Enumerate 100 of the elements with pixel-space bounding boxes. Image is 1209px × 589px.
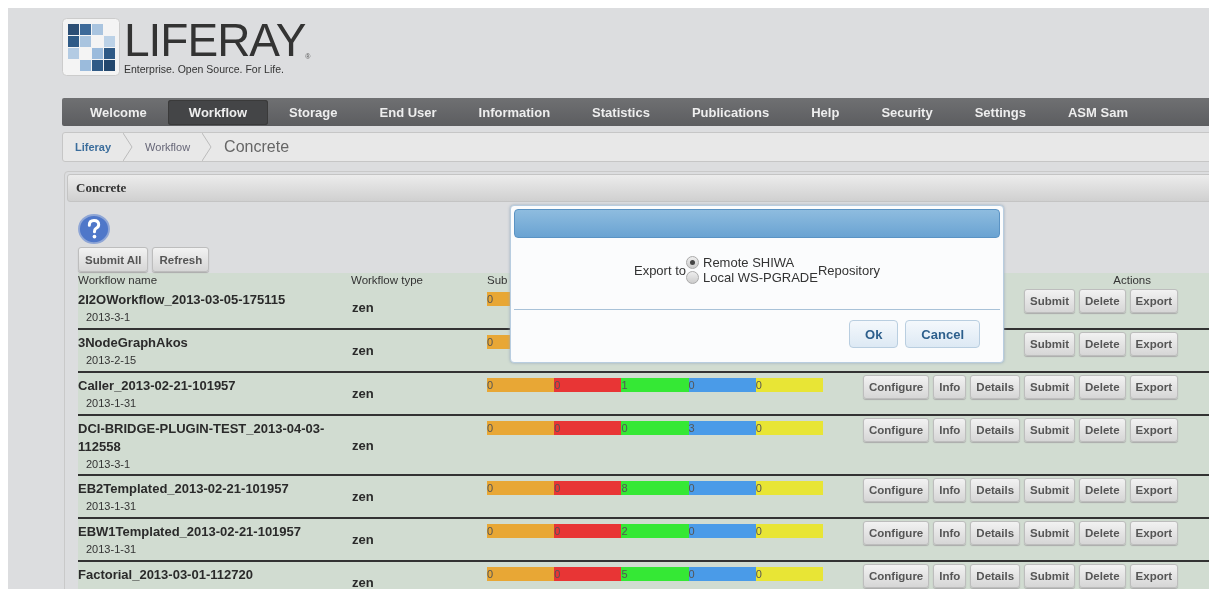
column-header: Workflow type xyxy=(351,274,423,286)
action-button[interactable]: Export xyxy=(1129,332,1178,356)
help-icon[interactable] xyxy=(78,214,110,244)
action-button[interactable]: Submit xyxy=(1024,418,1076,442)
workflow-name: EB2Templated_2013-02-21-101957 xyxy=(78,480,290,498)
status-segment: 0 xyxy=(755,481,823,495)
action-button[interactable]: Configure xyxy=(862,478,930,502)
status-segment: 0 xyxy=(554,481,622,495)
toolbar-button[interactable]: Refresh xyxy=(152,247,210,272)
status-segment: 0 xyxy=(755,524,823,538)
action-button[interactable]: Configure xyxy=(862,521,930,545)
action-button[interactable]: Info xyxy=(933,375,967,399)
nav-tab[interactable]: Settings xyxy=(953,99,1047,125)
logo-tagline: Enterprise. Open Source. For Life. xyxy=(124,63,285,75)
dialog-label-suffix: Repository xyxy=(817,262,880,278)
logo-icon xyxy=(62,18,120,76)
nav-tab[interactable]: Storage xyxy=(268,99,359,125)
radio-label: Local WS-PGRADE xyxy=(703,270,818,285)
action-button[interactable]: Submit xyxy=(1024,289,1076,313)
status-segment: 0 xyxy=(554,378,622,392)
radio-button[interactable] xyxy=(686,256,699,269)
action-button[interactable]: Configure xyxy=(862,564,930,588)
toolbar-button[interactable]: Submit All xyxy=(78,247,149,272)
status-segment: 0 xyxy=(688,378,756,392)
workflow-date: 2013-2-15 xyxy=(86,354,138,367)
action-button[interactable]: Submit xyxy=(1024,332,1076,356)
status-segment: 2 xyxy=(621,524,689,538)
status-segment: 0 xyxy=(688,481,756,495)
action-button[interactable]: Info xyxy=(933,418,967,442)
nav-tab[interactable]: Publications xyxy=(670,99,791,125)
workflow-type: zen xyxy=(351,437,375,453)
workflow-date: 2013-3-1 xyxy=(86,311,132,324)
status-segment: 0 xyxy=(755,378,823,392)
action-button[interactable]: Configure xyxy=(862,375,930,399)
nav-tab[interactable]: Statistics xyxy=(571,99,671,125)
breadcrumb-item: Concrete xyxy=(223,138,291,156)
status-segment: 8 xyxy=(621,481,689,495)
workflow-type: zen xyxy=(351,343,375,358)
workflow-date: 2013-3-1 xyxy=(86,458,132,471)
action-button[interactable]: Export xyxy=(1129,375,1178,399)
nav-tab[interactable]: Welcome xyxy=(69,99,168,125)
action-button[interactable]: Details xyxy=(970,521,1021,545)
status-segment: 0 xyxy=(487,421,555,435)
action-button[interactable]: Delete xyxy=(1079,375,1126,399)
nav-tab[interactable]: Workflow xyxy=(167,99,269,125)
workflow-date: 2013-1-31 xyxy=(86,543,138,556)
breadcrumb-item[interactable]: Workflow xyxy=(133,141,203,153)
breadcrumb-item[interactable]: Liferay xyxy=(63,141,124,153)
portlet-title: Concrete xyxy=(76,180,127,196)
action-button[interactable]: Delete xyxy=(1079,521,1126,545)
status-segment: 5 xyxy=(621,567,689,581)
action-button[interactable]: Export xyxy=(1129,564,1178,588)
action-button[interactable]: Details xyxy=(970,418,1021,442)
action-button[interactable]: Delete xyxy=(1079,564,1126,588)
column-header: Actions xyxy=(1113,274,1151,286)
status-segment: 0 xyxy=(554,421,622,435)
nav-tab[interactable]: Security xyxy=(860,99,954,125)
action-button[interactable]: Details xyxy=(970,478,1021,502)
action-button[interactable]: Delete xyxy=(1079,289,1126,313)
action-button[interactable]: Info xyxy=(933,478,967,502)
action-button[interactable]: Submit xyxy=(1024,375,1076,399)
action-button[interactable]: Delete xyxy=(1079,332,1126,356)
workflow-name: DCI-BRIDGE-PLUGIN-TEST_2013-04-03-112558 xyxy=(78,420,326,456)
nav-tab[interactable]: Information xyxy=(457,99,572,125)
status-segment: 0 xyxy=(755,567,823,581)
action-button[interactable]: Export xyxy=(1129,289,1178,313)
workflow-name: EBW1Templated_2013-02-21-101957 xyxy=(78,523,303,541)
workflow-date: 2013-1-31 xyxy=(86,500,138,513)
nav-tab[interactable]: ASM Sam xyxy=(1047,99,1149,125)
dialog-button[interactable]: Cancel xyxy=(905,320,980,348)
action-button[interactable]: Export xyxy=(1129,521,1178,545)
status-segment: 0 xyxy=(487,524,555,538)
action-button[interactable]: Details xyxy=(970,375,1021,399)
action-button[interactable]: Configure xyxy=(862,418,930,442)
workflow-type: zen xyxy=(351,386,375,401)
status-segment: 0 xyxy=(755,421,823,435)
action-button[interactable]: Submit xyxy=(1024,564,1076,588)
status-segment: 0 xyxy=(688,524,756,538)
status-segment: 0 xyxy=(621,421,689,435)
action-button[interactable]: Delete xyxy=(1079,478,1126,502)
action-button[interactable]: Details xyxy=(970,564,1021,588)
action-button[interactable]: Export xyxy=(1129,478,1178,502)
workflow-name: 3NodeGraphAkos xyxy=(78,334,189,352)
radio-label: Remote SHIWA xyxy=(703,255,795,270)
workflow-type: zen xyxy=(351,532,375,547)
workflow-name: 2I2OWorkflow_2013-03-05-175115 xyxy=(78,291,287,309)
action-button[interactable]: Submit xyxy=(1024,521,1076,545)
status-segment: 0 xyxy=(554,524,622,538)
radio-button[interactable] xyxy=(686,271,699,284)
nav-tab[interactable]: End User xyxy=(358,99,458,125)
action-button[interactable]: Delete xyxy=(1079,418,1126,442)
action-button[interactable]: Info xyxy=(933,521,967,545)
action-button[interactable]: Export xyxy=(1129,418,1178,442)
dialog-label: Export to xyxy=(633,262,686,278)
dialog-button[interactable]: Ok xyxy=(849,320,899,348)
workflow-type: zen xyxy=(351,489,375,504)
action-button[interactable]: Submit xyxy=(1024,478,1076,502)
logo-wordmark: LIFERAY xyxy=(124,18,306,62)
nav-tab[interactable]: Help xyxy=(790,99,861,125)
action-button[interactable]: Info xyxy=(933,564,967,588)
